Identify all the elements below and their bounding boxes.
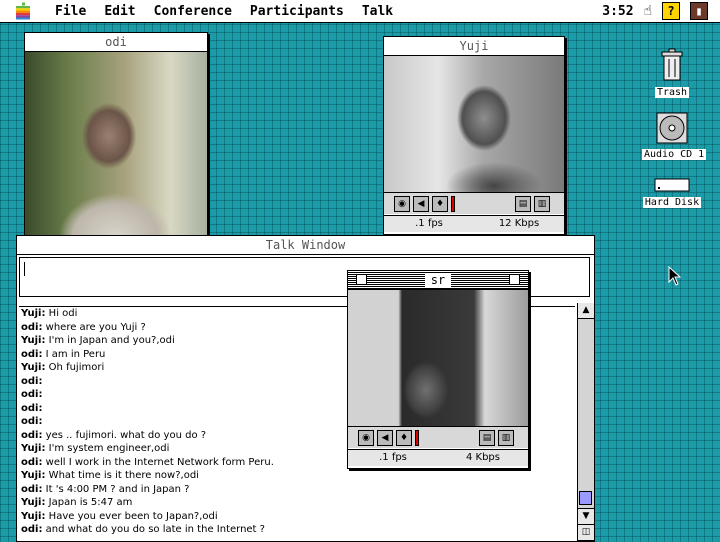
frame-rate: .1 fps [415,218,443,229]
window-title[interactable]: Yuji [384,37,564,56]
window-title[interactable]: sr [348,271,528,290]
window-title[interactable]: odi [25,33,207,52]
video-control-bar: ◉ ◀ ♦ ▤ ▥ [384,192,564,214]
close-box-icon[interactable] [356,274,367,285]
desktop-icon-hard-disk[interactable]: Hard Disk [642,178,702,208]
message-line: Yuji: What time is it there now?,odi [21,470,199,481]
scroll-up-arrow-icon[interactable]: ▲ [578,303,594,319]
microphone-icon[interactable]: ♦ [432,195,448,212]
video-window-sr[interactable]: sr ◉ ◀ ♦ ▤ ▥ .1 fps 4 Kbps [347,270,529,469]
settings-card-icon[interactable]: ▥ [498,429,514,446]
info-card-icon[interactable]: ▤ [515,195,531,212]
speaker-icon[interactable]: ◀ [413,195,429,212]
info-card-icon[interactable]: ▤ [479,429,495,446]
video-feed-sr [348,290,528,426]
video-control-bar: ◉ ◀ ♦ ▤ ▥ [348,426,528,448]
text-caret [24,262,25,276]
balloon-help-icon[interactable]: ? [662,2,680,20]
apple-icon[interactable] [14,2,34,20]
hand-icon[interactable]: ☝ [644,3,652,19]
menu-file[interactable]: File [46,4,95,19]
video-window-odi[interactable]: odi [24,32,208,239]
menu-edit[interactable]: Edit [95,4,144,19]
trash-icon [661,48,683,81]
vertical-scrollbar[interactable]: ▲ ▼ ◫ [577,303,594,541]
menu-bar: File Edit Conference Participants Talk 3… [0,0,720,23]
desktop-icon-label: Audio CD 1 [642,149,707,160]
message-line: Yuji: Have you ever been to Japan?,odi [21,510,218,522]
menu-conference[interactable]: Conference [145,4,241,19]
audio-level-meter [415,429,419,446]
audio-level-meter [451,195,455,212]
desktop-icon-label: Trash [654,87,690,98]
desktop-icon-audio-cd[interactable]: Audio CD 1 [642,112,707,160]
microphone-icon[interactable]: ♦ [396,429,412,446]
settings-card-icon[interactable]: ▥ [534,195,550,212]
bit-rate: 4 Kbps [465,452,500,463]
video-feed-yuji [384,56,564,192]
message-line: odi: and what do you do so late in the I… [21,524,265,535]
camera-icon[interactable]: ◉ [394,195,410,212]
video-feed-odi [25,52,207,238]
video-stats: .1 fps 12 Kbps [384,215,564,232]
message-line: odi: It 's 4:00 PM ? and in Japan ? [21,483,190,495]
mouse-pointer-icon [668,266,682,286]
resize-grip-icon[interactable]: ◫ [578,524,594,541]
video-window-yuji[interactable]: Yuji ◉ ◀ ♦ ▤ ▥ .1 fps 12 Kbps [383,36,565,235]
menu-clock[interactable]: 3:52 [602,4,633,19]
menu-participants[interactable]: Participants [241,4,353,19]
zoom-box-icon[interactable] [509,274,520,285]
bit-rate: 12 Kbps [498,218,540,229]
message-line: Yuji: Japan is 5:47 am [21,497,133,508]
window-title[interactable]: Talk Window [17,236,594,255]
hard-disk-icon [654,178,690,192]
video-stats: .1 fps 4 Kbps [348,449,528,466]
cd-icon [656,112,688,144]
speaker-icon[interactable]: ◀ [377,429,393,446]
frame-rate: .1 fps [379,452,407,463]
menu-talk[interactable]: Talk [353,4,402,19]
scroll-down-arrow-icon[interactable]: ▼ [578,508,594,525]
desktop-icon-trash[interactable]: Trash [642,48,702,98]
scroll-thumb[interactable] [579,491,592,505]
desktop-icon-label: Hard Disk [642,197,702,208]
camera-icon[interactable]: ◉ [358,429,374,446]
application-menu-icon[interactable]: ▮ [690,2,708,20]
